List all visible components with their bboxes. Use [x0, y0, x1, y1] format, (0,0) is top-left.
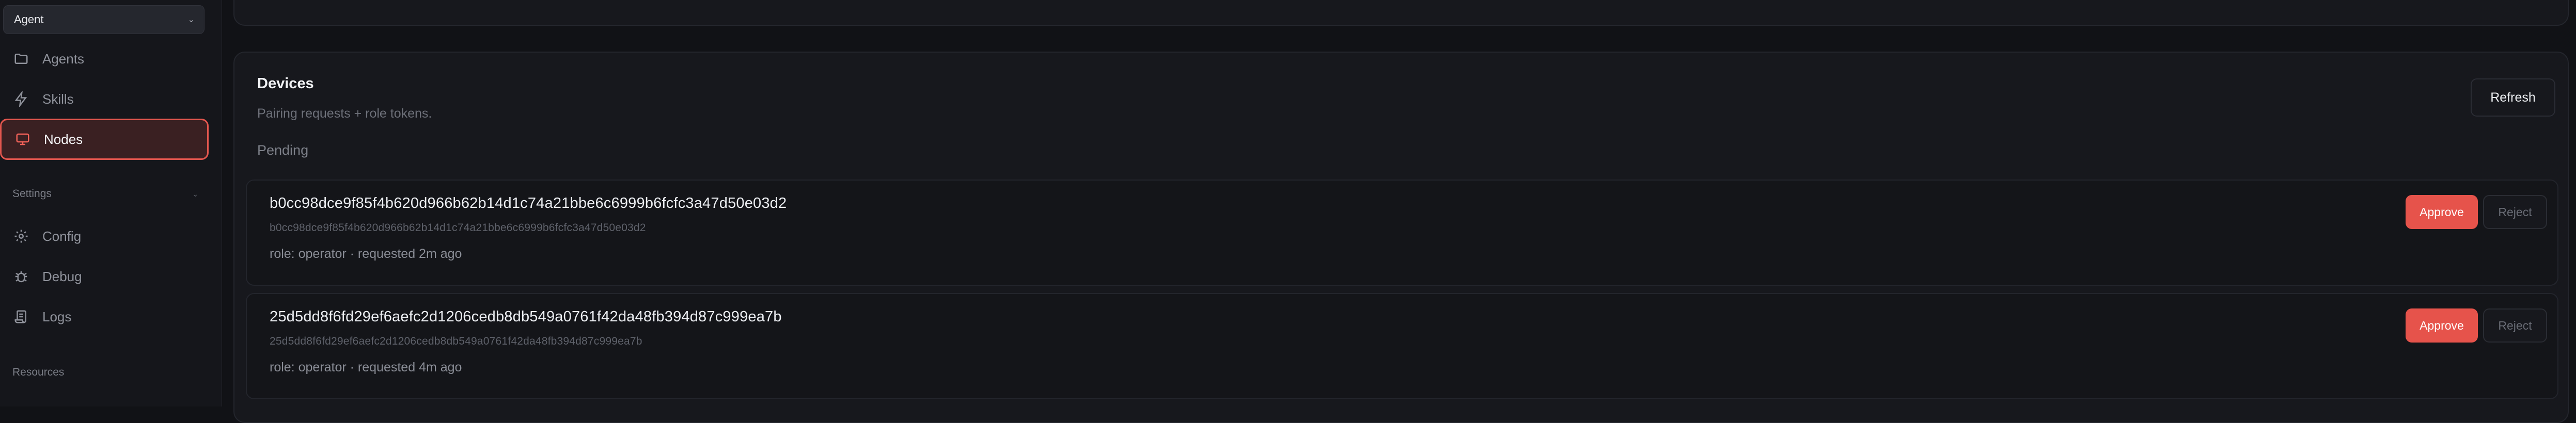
sidebar-item-nodes[interactable]: Nodes: [0, 119, 209, 160]
lightning-icon: [12, 90, 30, 108]
sidebar-item-label: Debug: [42, 268, 82, 284]
request-title: 25d5dd8f6fd29ef6aefc2d1206cedb8db549a076…: [270, 308, 782, 325]
sidebar-item-agents[interactable]: Agents: [0, 38, 209, 79]
sidebar-item-config[interactable]: Config: [0, 216, 209, 257]
request-id: b0cc98dce9f85f4b620d966b62b14d1c74a21bbe…: [270, 222, 646, 234]
sidebar-item-skills[interactable]: Skills: [0, 78, 209, 120]
previous-card: [233, 0, 2569, 26]
gear-icon: [12, 227, 30, 245]
reject-button[interactable]: Reject: [2483, 195, 2547, 229]
bug-icon: [12, 268, 30, 285]
sidebar-item-logs[interactable]: Logs: [0, 296, 209, 337]
sidebar-item-label: Config: [42, 228, 82, 244]
sidebar-item-label: Skills: [42, 91, 74, 107]
agent-select[interactable]: Agent ⌄: [3, 5, 205, 34]
scroll-icon: [12, 308, 30, 326]
request-title: b0cc98dce9f85f4b620d966b62b14d1c74a21bbe…: [270, 195, 787, 212]
request-meta: role: operator · requested 2m ago: [270, 247, 462, 261]
chevron-down-icon: ⌄: [192, 189, 198, 198]
folder-icon: [12, 50, 30, 68]
pending-request: b0cc98dce9f85f4b620d966b62b14d1c74a21bbe…: [246, 180, 2558, 286]
request-meta: role: operator · requested 4m ago: [270, 360, 462, 375]
agent-select-value: Agent: [14, 13, 44, 26]
section-label: Settings: [12, 188, 52, 200]
approve-button[interactable]: Approve: [2406, 308, 2478, 343]
approve-button[interactable]: Approve: [2406, 195, 2478, 229]
chevron-down-icon: ⌄: [187, 15, 195, 24]
sidebar: Agent ⌄ Agents Skills Nodes Settings ⌄ C…: [0, 0, 222, 406]
refresh-button[interactable]: Refresh: [2471, 78, 2555, 117]
sidebar-item-label: Nodes: [44, 131, 83, 147]
reject-button[interactable]: Reject: [2483, 308, 2547, 343]
pending-label: Pending: [257, 142, 309, 158]
pending-request: 25d5dd8f6fd29ef6aefc2d1206cedb8db549a076…: [246, 293, 2558, 399]
devices-subtitle: Pairing requests + role tokens.: [257, 106, 432, 121]
settings-section-header[interactable]: Settings ⌄: [12, 188, 198, 200]
sidebar-item-label: Logs: [42, 308, 72, 324]
sidebar-item-debug[interactable]: Debug: [0, 256, 209, 297]
devices-card: Devices Pairing requests + role tokens. …: [233, 52, 2569, 423]
devices-title: Devices: [257, 75, 314, 92]
monitor-icon: [14, 131, 32, 148]
section-label: Resources: [12, 366, 65, 378]
sidebar-item-label: Agents: [42, 51, 84, 67]
resources-section-header[interactable]: Resources: [12, 366, 198, 379]
request-id: 25d5dd8f6fd29ef6aefc2d1206cedb8db549a076…: [270, 335, 642, 347]
